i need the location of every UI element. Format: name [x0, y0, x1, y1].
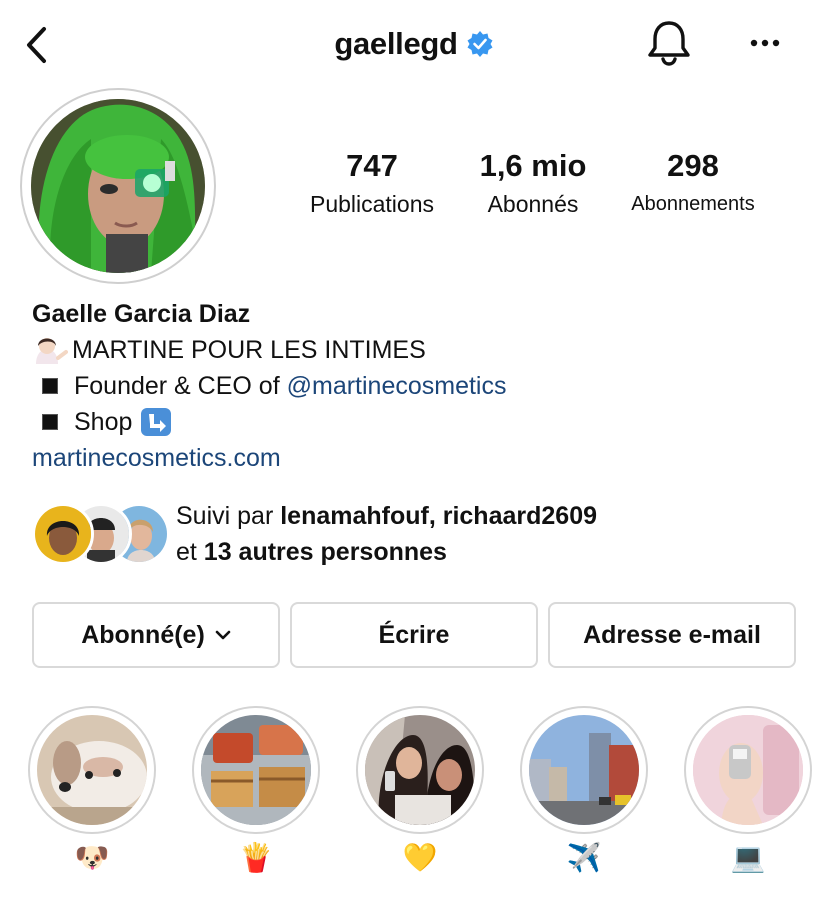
bio-line-3: Shop — [32, 404, 812, 440]
profile-full-name: Gaelle Garcia Diaz — [32, 300, 251, 328]
email-button-label: Adresse e-mail — [583, 620, 761, 649]
bio-line-2-text: Founder & CEO of — [74, 372, 287, 400]
bio-line-3-text: Shop — [74, 408, 133, 436]
highlight-item[interactable]: 💻 — [684, 706, 812, 878]
avatar[interactable] — [31, 99, 205, 273]
arrow-down-right-icon — [140, 407, 172, 437]
highlight-emoji: 💻 — [730, 841, 766, 874]
black-square-icon — [42, 378, 58, 394]
bio-line-1-text: MARTINE POUR LES INTIMES — [72, 336, 426, 364]
followed-by-prefix: Suivi par — [176, 502, 281, 530]
email-button[interactable]: Adresse e-mail — [548, 602, 796, 668]
highlight-cover-friends — [365, 715, 475, 825]
highlight-emoji: 🐶 — [74, 841, 110, 874]
following-label: Abonnements — [631, 193, 755, 215]
stat-following[interactable]: 298 Abonnements — [610, 146, 776, 220]
followers-label: Abonnés — [487, 191, 579, 217]
bio-line-2: Founder & CEO of @martinecosmetics — [32, 368, 812, 404]
posts-label: Publications — [309, 191, 435, 217]
message-button-label: Écrire — [378, 620, 450, 649]
following-button-label: Abonné(e) — [81, 620, 205, 649]
highlight-item[interactable]: 🐶 — [28, 706, 156, 878]
followed-by-others: 13 autres personnes — [203, 538, 447, 566]
woman-tipping-hand-icon — [36, 338, 68, 364]
bio-line-1: MARTINE POUR LES INTIMES — [32, 332, 812, 368]
followed-by-text[interactable]: Suivi par lenamahfouf, richaard2609 et 1… — [176, 498, 597, 570]
highlight-cover-city — [529, 715, 639, 825]
stat-followers[interactable]: 1,6 mio Abonnés — [470, 146, 596, 220]
following-count: 298 — [667, 148, 719, 183]
more-horizontal-icon — [750, 39, 780, 47]
highlight-item[interactable]: ✈️ — [520, 706, 648, 878]
stat-posts[interactable]: 747 Publications — [296, 146, 448, 220]
highlight-emoji: 💛 — [402, 841, 438, 874]
highlight-cover-pink — [693, 715, 803, 825]
profile-username: gaellegd — [334, 26, 458, 61]
notifications-button[interactable] — [646, 18, 692, 68]
black-square-icon — [42, 414, 58, 430]
website-link[interactable]: martinecosmetics.com — [32, 440, 812, 476]
avatar-image — [31, 99, 205, 273]
verified-badge-icon — [467, 31, 493, 57]
posts-count: 747 — [346, 148, 398, 183]
chevron-down-icon — [215, 630, 231, 640]
more-options-button[interactable] — [744, 26, 788, 60]
mutual-avatar — [32, 503, 94, 565]
following-button[interactable]: Abonné(e) — [32, 602, 280, 668]
followed-by-names: lenamahfouf, richaard2609 — [280, 502, 598, 530]
header-title: gaellegd — [0, 22, 828, 66]
profile-bio: Gaelle Garcia Diaz MARTINE POUR LES INTI… — [32, 296, 812, 476]
highlight-item[interactable]: 💛 — [356, 706, 484, 878]
followers-count: 1,6 mio — [479, 148, 587, 183]
mutual-followers-avatars[interactable] — [32, 503, 170, 565]
highlight-cover-food — [201, 715, 311, 825]
message-button[interactable]: Écrire — [290, 602, 538, 668]
bell-icon — [648, 21, 690, 66]
bio-mention-link[interactable]: @martinecosmetics — [287, 368, 507, 404]
highlight-item[interactable]: 🍟 — [192, 706, 320, 878]
highlight-emoji: ✈️ — [566, 841, 602, 874]
followed-by-line2-prefix: et — [176, 538, 204, 566]
highlight-cover-dog — [37, 715, 147, 825]
highlight-emoji: 🍟 — [238, 841, 274, 874]
